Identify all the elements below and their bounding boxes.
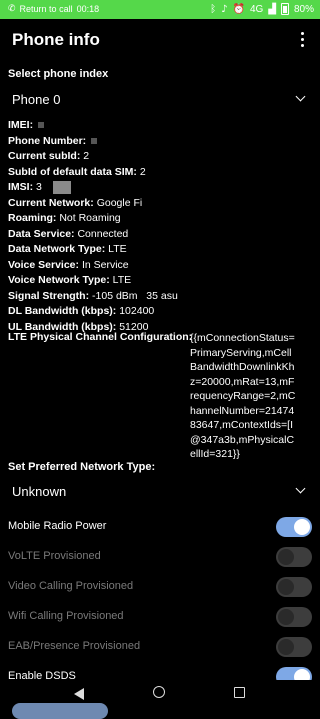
network-type-dropdown[interactable]: Unknown xyxy=(8,480,312,504)
lte-config-value: {{mConnectionStatus=PrimaryServing,mCell… xyxy=(190,332,296,460)
mobile-radio-power-toggle[interactable] xyxy=(276,517,312,537)
switch-video-calling-provisioned: Video Calling Provisioned xyxy=(8,576,312,598)
info-key: Signal Strength: xyxy=(8,289,90,302)
info-row-imei: IMEI: xyxy=(8,118,318,134)
app-bar: Phone info xyxy=(0,19,320,61)
info-row-dl-bandwidth: DL Bandwidth (kbps): 102400 xyxy=(8,304,318,320)
info-value: Not Roaming xyxy=(59,212,121,224)
battery-percent: 80% xyxy=(293,3,314,15)
call-time: 00:18 xyxy=(76,4,100,14)
info-value: 3 xyxy=(36,181,42,193)
video-calling-provisioned-toggle xyxy=(276,577,312,597)
info-row-current-network: Current Network: Google Fi xyxy=(8,196,318,212)
info-key: Phone Number: xyxy=(8,134,87,147)
info-key: IMEI: xyxy=(8,119,34,131)
info-key: Data Service: xyxy=(8,227,75,240)
back-icon[interactable] xyxy=(74,688,84,700)
info-value: Connected xyxy=(77,227,129,240)
info-row-default-data-sim: SubId of default data SIM: 2 xyxy=(8,165,318,181)
eab-presence-provisioned-toggle xyxy=(276,637,312,657)
info-key: IMSI: xyxy=(8,181,34,193)
bluetooth-icon: ᛒ xyxy=(210,3,217,15)
switch-label: Wifi Calling Provisioned xyxy=(8,610,124,622)
network-type-value: Unknown xyxy=(12,484,67,499)
page-title: Phone info xyxy=(12,30,100,49)
switch-mobile-radio-power[interactable]: Mobile Radio Power xyxy=(8,516,312,538)
info-key: DL Bandwidth (kbps): xyxy=(8,305,117,317)
info-key: Current Network: xyxy=(8,196,94,209)
redacted-mark xyxy=(91,137,98,144)
network-type-label: Set Preferred Network Type: xyxy=(8,461,156,473)
phone-index-label: Select phone index xyxy=(8,68,109,80)
info-key: Data Network Type: xyxy=(8,243,106,255)
chevron-down-icon xyxy=(295,483,306,494)
bottom-action-button[interactable] xyxy=(12,703,108,719)
info-key: Voice Network Type: xyxy=(8,274,110,286)
chevron-down-icon xyxy=(295,91,306,102)
info-row-phone-number: Phone Number: xyxy=(8,134,318,150)
info-value: Google Fi xyxy=(96,196,143,209)
switch-label: Mobile Radio Power xyxy=(8,520,107,532)
redacted-mark xyxy=(38,122,45,129)
switch-label: EAB/Presence Provisioned xyxy=(8,640,141,652)
info-key: Voice Service: xyxy=(8,258,80,271)
info-value: 2 xyxy=(83,150,90,162)
redacted-mask xyxy=(52,180,71,194)
info-key: Current subId: xyxy=(8,150,81,162)
switch-wifi-calling-provisioned: Wifi Calling Provisioned xyxy=(8,606,312,628)
volte-provisioned-toggle xyxy=(276,547,312,567)
info-key: SubId of default data SIM: xyxy=(8,165,137,178)
info-value: In Service xyxy=(81,258,129,271)
info-value: LTE xyxy=(112,274,132,286)
phone-index-dropdown[interactable]: Phone 0 xyxy=(8,88,312,112)
phone-index-value: Phone 0 xyxy=(12,92,61,107)
info-row-data-network-type: Data Network Type: LTE xyxy=(8,242,318,258)
home-icon[interactable] xyxy=(153,686,165,698)
info-key: Roaming: xyxy=(8,212,57,224)
phone-icon: ✆ xyxy=(8,4,16,14)
switch-eab-presence-provisioned: EAB/Presence Provisioned xyxy=(8,636,312,658)
mute-icon: ♪ xyxy=(221,3,228,15)
alarm-icon: ⏰ xyxy=(232,3,245,15)
more-options-icon[interactable] xyxy=(301,32,304,47)
return-to-call-label: Return to call xyxy=(19,4,73,14)
recents-icon[interactable] xyxy=(234,687,245,698)
info-row-voice-service: Voice Service: In Service xyxy=(8,258,318,274)
info-row-roaming: Roaming: Not Roaming xyxy=(8,211,318,227)
signal-icon: ▟ xyxy=(268,3,276,15)
info-value: 102400 xyxy=(119,305,155,317)
switch-volte-provisioned: VoLTE Provisioned xyxy=(8,546,312,568)
status-bar[interactable]: ✆ Return to call 00:18 ᛒ ♪ ⏰ 4G ▟ 80% xyxy=(0,0,320,19)
info-row-data-service: Data Service: Connected xyxy=(8,227,318,243)
battery-icon xyxy=(280,3,289,15)
switch-label: Video Calling Provisioned xyxy=(8,580,134,592)
network-type: 4G xyxy=(249,3,264,15)
return-to-call[interactable]: ✆ Return to call 00:18 xyxy=(8,4,99,14)
info-row-subid: Current subId: 2 xyxy=(8,149,318,165)
lte-config-key: LTE Physical Channel Configuration: xyxy=(8,331,193,343)
switch-label: VoLTE Provisioned xyxy=(8,550,101,562)
info-value: -105 dBm 35 asu xyxy=(92,289,178,302)
info-row-voice-network-type: Voice Network Type: LTE xyxy=(8,273,318,289)
info-row-imsi: IMSI: 3 xyxy=(8,180,318,196)
status-icons: ᛒ ♪ ⏰ 4G ▟ 80% xyxy=(210,3,314,15)
info-value: 2 xyxy=(139,165,146,178)
info-row-signal-strength: Signal Strength: -105 dBm 35 asu xyxy=(8,289,318,305)
info-value: LTE xyxy=(108,243,127,255)
wifi-calling-provisioned-toggle xyxy=(276,607,312,627)
phone-info-list: IMEI: Phone Number: Current subId: 2 Sub… xyxy=(8,118,318,335)
